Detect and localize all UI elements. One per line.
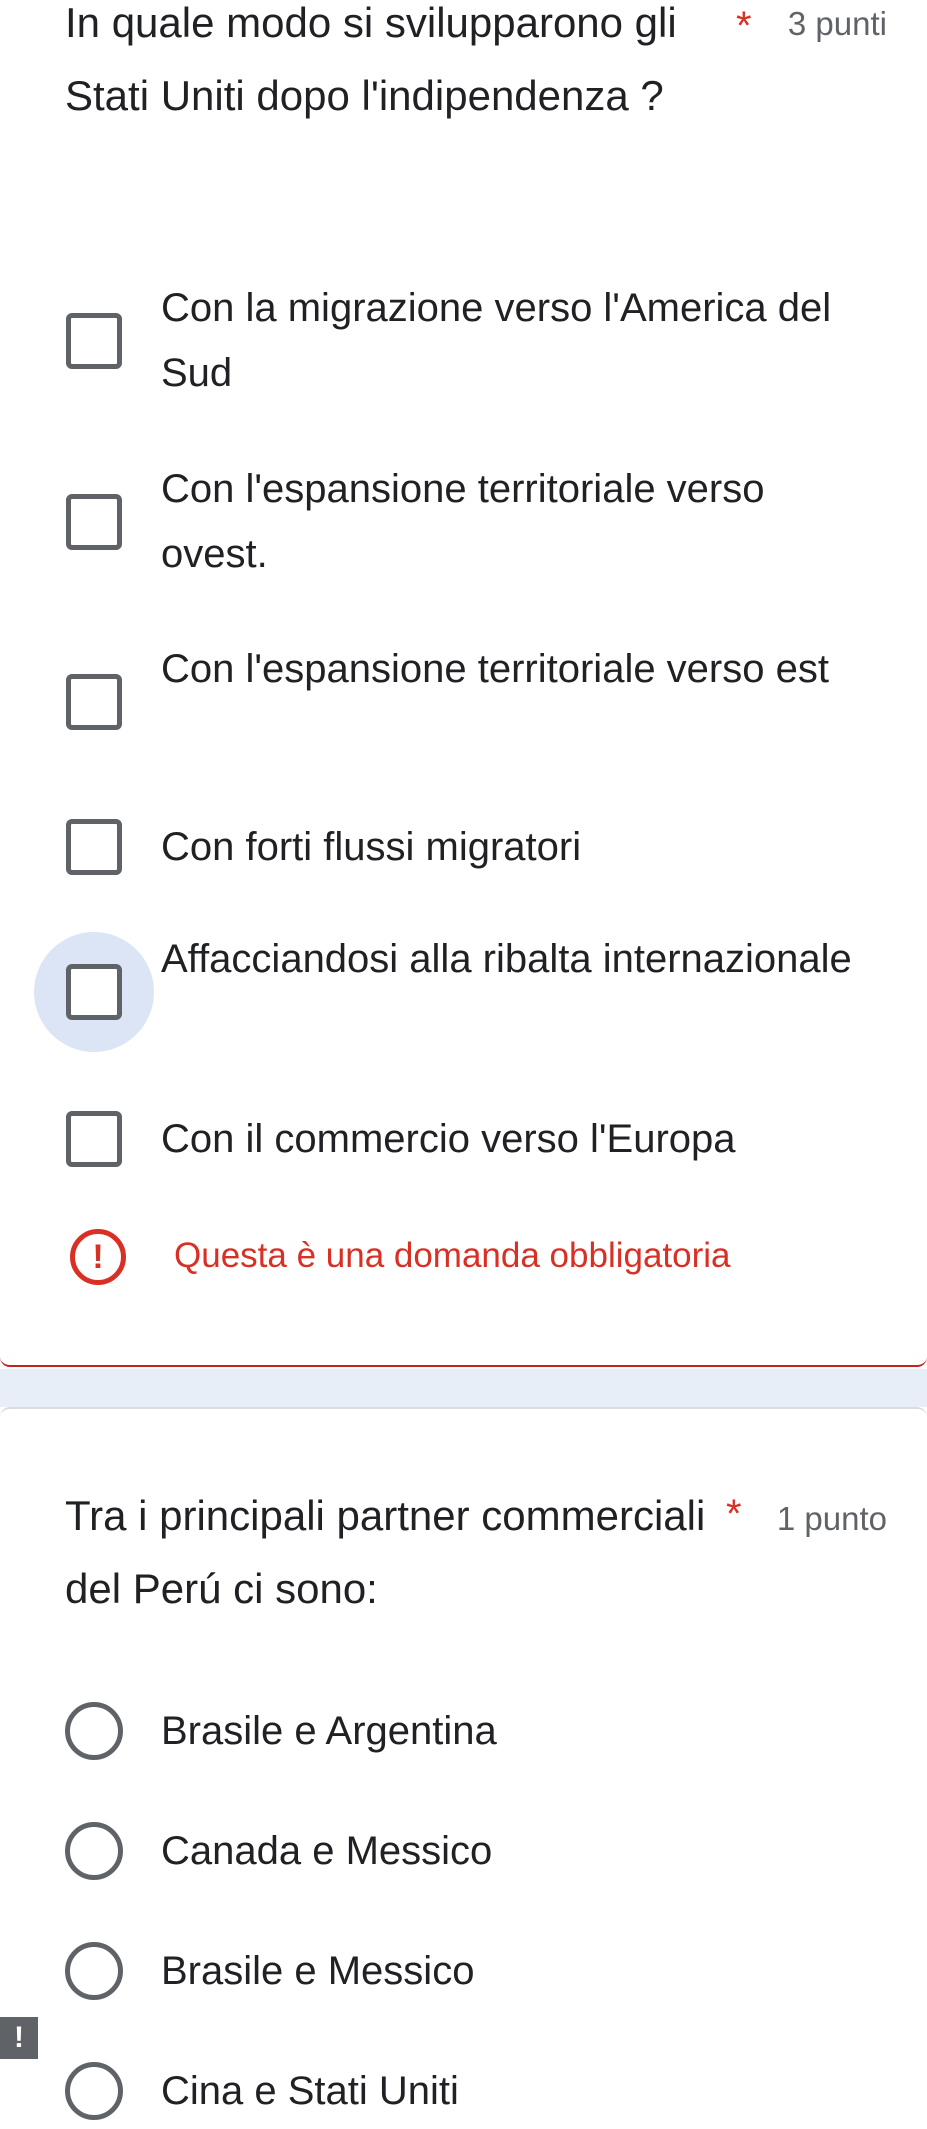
checkbox-option[interactable]: Affacciandosi alla ribalta internazional…	[0, 927, 927, 1057]
checkbox-option[interactable]: Con l'espansione territoriale verso est	[0, 637, 927, 767]
question-points: 1 punto	[776, 1500, 887, 1537]
checkbox-icon[interactable]	[66, 494, 122, 550]
option-label: Con l'espansione territoriale verso oves…	[161, 467, 765, 576]
radio-option[interactable]: Brasile e Messico	[0, 1939, 927, 2004]
form-page: In quale modo si svilupparono gli Stati …	[0, 0, 927, 2129]
question-points: 3 punti	[787, 5, 887, 42]
checkbox-icon[interactable]	[66, 964, 122, 1020]
option-label: Con il commercio verso l'Europa	[161, 1117, 736, 1161]
checkbox-icon[interactable]	[66, 1111, 122, 1167]
option-label: Con forti flussi migratori	[161, 825, 582, 869]
radio-option[interactable]: Brasile e Argentina	[0, 1699, 927, 1764]
question-title: Tra i principali partner commerciali del…	[65, 1492, 706, 1612]
required-asterisk: *	[736, 4, 752, 48]
radio-icon[interactable]	[65, 1702, 123, 1760]
question-card-1: In quale modo si svilupparono gli Stati …	[0, 0, 927, 1367]
checkbox-icon[interactable]	[66, 819, 122, 875]
question-title: In quale modo si svilupparono gli Stati …	[65, 0, 677, 119]
error-icon: !	[70, 1229, 126, 1285]
required-asterisk: *	[726, 1492, 742, 1536]
checkbox-option[interactable]: Con il commercio verso l'Europa	[0, 1107, 927, 1172]
radio-option[interactable]: Cina e Stati Uniti	[0, 2059, 927, 2124]
checkbox-option[interactable]: Con l'espansione territoriale verso oves…	[0, 457, 927, 587]
required-error: ! Questa è una domanda obbligatoria	[0, 1225, 927, 1285]
question-card-2: Tra i principali partner commerciali del…	[0, 1407, 927, 2129]
alert-marker-icon: !	[0, 2017, 38, 2059]
error-message: Questa è una domanda obbligatoria	[174, 1236, 731, 1275]
radio-icon[interactable]	[65, 2062, 123, 2120]
radio-icon[interactable]	[65, 1942, 123, 2000]
checkbox-option[interactable]: Con forti flussi migratori	[0, 815, 927, 880]
checkbox-option[interactable]: Con la migrazione verso l'America del Su…	[0, 276, 927, 406]
option-label: Affacciandosi alla ribalta internazional…	[161, 937, 852, 981]
option-label: Brasile e Argentina	[161, 1709, 497, 1753]
option-label: Con la migrazione verso l'America del Su…	[161, 286, 832, 395]
option-label: Con l'espansione territoriale verso est	[161, 647, 829, 691]
option-label: Cina e Stati Uniti	[161, 2069, 459, 2113]
radio-option[interactable]: Canada e Messico	[0, 1819, 927, 1884]
checkbox-icon[interactable]	[66, 674, 122, 730]
radio-icon[interactable]	[65, 1822, 123, 1880]
option-label: Brasile e Messico	[161, 1949, 475, 1993]
option-label: Canada e Messico	[161, 1829, 493, 1873]
card-separator	[0, 1369, 927, 1407]
checkbox-icon[interactable]	[66, 313, 122, 369]
